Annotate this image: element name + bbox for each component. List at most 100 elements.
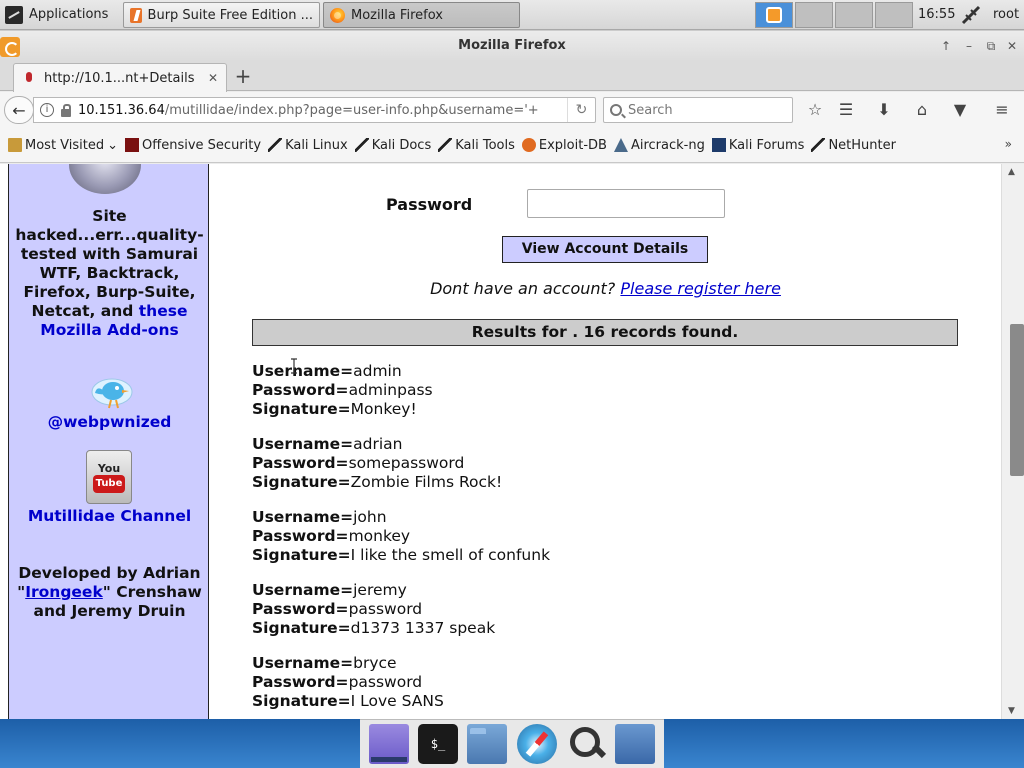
taskbar-burp-label: Burp Suite Free Edition ... (147, 7, 313, 23)
home-folder-icon[interactable] (467, 724, 508, 764)
bookmark-nethunter[interactable]: NetHunter (811, 138, 896, 153)
record-signature-line: Signature=I Love SANS (252, 692, 952, 711)
record-username-line: Username=adrian (252, 435, 952, 454)
window-shade-icon[interactable]: ↑ (938, 38, 954, 54)
mutillidae-channel-link[interactable]: Mutillidae Channel (9, 507, 210, 526)
record-password-line: Password=adminpass (252, 381, 952, 400)
bookmark-kali-forums[interactable]: Kali Forums (711, 138, 804, 153)
record-username-label: Username= (252, 508, 354, 526)
page-scrollbar[interactable]: ▲ ▼ (1001, 164, 1024, 719)
scroll-down-icon[interactable]: ▼ (1008, 706, 1015, 716)
register-prompt: Dont have an account? Please register he… (210, 279, 1001, 298)
window-title: Mozilla Firefox (458, 38, 566, 53)
record-password-label: Password= (252, 381, 349, 399)
record-password-value: monkey (348, 527, 411, 545)
workspace-4[interactable] (875, 2, 913, 28)
register-text: Dont have an account? (430, 279, 621, 298)
record-signature-value: I like the smell of confunk (350, 546, 551, 564)
window-titlebar[interactable]: Mozilla Firefox ↑ – ⧉ ✕ (0, 31, 1024, 61)
tab-close-icon[interactable]: ✕ (208, 71, 218, 85)
bookmark-star-icon[interactable]: ☆ (804, 100, 826, 120)
minimize-icon[interactable]: – (961, 38, 977, 54)
main-panel: Password View Account Details Dont have … (210, 164, 1001, 719)
top-panel: Applications Burp Suite Free Edition ...… (0, 0, 1024, 30)
app-finder-icon[interactable] (566, 724, 606, 764)
url-bar[interactable]: i 10.151.36.64/mutillidae/index.php?page… (33, 97, 596, 123)
record-signature-label: Signature= (252, 546, 351, 564)
record-signature-value: I Love SANS (350, 692, 444, 710)
workspace-2[interactable] (795, 2, 833, 28)
workspace-1[interactable] (755, 2, 793, 28)
taskbar-firefox[interactable]: Mozilla Firefox (323, 2, 520, 28)
record-password-label: Password= (252, 527, 349, 545)
kali-icon (438, 138, 453, 152)
record-password-label: Password= (252, 454, 349, 472)
reading-list-icon[interactable]: ☰ (835, 100, 857, 120)
insecure-lock-icon[interactable] (60, 103, 72, 117)
record-username-label: Username= (252, 362, 354, 380)
clock[interactable]: 16:55 (918, 0, 955, 30)
chevron-down-icon: ⌄ (107, 137, 119, 153)
record-signature-line: Signature=I like the smell of confunk (252, 546, 952, 565)
bookmark-label: Kali Linux (285, 137, 348, 153)
hamburger-menu-icon[interactable]: ≡ (991, 100, 1013, 120)
register-link[interactable]: Please register here (620, 279, 781, 298)
bookmarks-overflow-icon[interactable]: » (1005, 137, 1012, 151)
pocket-icon[interactable]: ▼ (949, 100, 971, 120)
bookmark-kali-linux[interactable]: Kali Linux (268, 138, 348, 153)
bookmark-kali-tools[interactable]: Kali Tools (438, 138, 515, 153)
record-username-line: Username=jeremy (252, 581, 952, 600)
twitter-link[interactable]: @webpwnized (9, 413, 210, 432)
applications-menu[interactable]: Applications (0, 0, 114, 30)
youtube-icon[interactable]: You Tube (86, 450, 132, 504)
kali-icon (268, 138, 283, 152)
new-tab-icon[interactable]: + (233, 65, 253, 87)
file-manager-icon[interactable] (615, 724, 656, 764)
page-margin (0, 164, 8, 719)
record-password-label: Password= (252, 673, 349, 691)
bookmark-label: Kali Tools (455, 137, 515, 153)
url-text[interactable]: 10.151.36.64/mutillidae/index.php?page=u… (78, 103, 561, 118)
bookmark-most-visited[interactable]: Most Visited ⌄ (8, 138, 118, 153)
network-icon[interactable] (960, 4, 982, 26)
home-icon[interactable]: ⌂ (911, 100, 933, 120)
page-info-icon[interactable]: i (40, 103, 54, 117)
back-button[interactable]: ← (4, 96, 34, 124)
web-browser-icon[interactable] (516, 724, 557, 764)
bookmark-kali-docs[interactable]: Kali Docs (354, 137, 432, 153)
show-desktop-icon[interactable] (368, 724, 409, 764)
aircrack-icon (613, 138, 628, 152)
hacked-text: Site hacked...err...quality-tested with … (11, 207, 208, 340)
workspace-3[interactable] (835, 2, 873, 28)
downloads-icon[interactable]: ⬇ (873, 100, 895, 120)
reload-icon[interactable]: ↻ (567, 98, 595, 122)
bookmark-label: Aircrack-ng (630, 137, 705, 153)
record-username-line: Username=john (252, 508, 952, 527)
bookmark-label: Kali Docs (371, 137, 432, 153)
youtube-tube-text: Tube (93, 475, 125, 493)
folder-icon (8, 138, 22, 152)
close-window-icon[interactable]: ✕ (1004, 38, 1020, 54)
user-menu[interactable]: root (993, 0, 1019, 30)
taskbar-burp-suite[interactable]: Burp Suite Free Edition ... (123, 2, 320, 28)
developer-credits: Developed by Adrian "Irongeek" Crenshaw … (9, 564, 210, 621)
terminal-icon[interactable]: $_ (417, 724, 458, 764)
tab-strip: http://10.1...nt+Details ✕ + (0, 61, 1024, 92)
irongeek-link[interactable]: Irongeek (25, 583, 103, 601)
twitter-bird-icon[interactable] (89, 375, 135, 411)
view-account-details-button[interactable]: View Account Details (502, 236, 708, 263)
scroll-up-icon[interactable]: ▲ (1008, 167, 1015, 177)
search-field[interactable]: Search (603, 97, 793, 123)
password-input[interactable] (527, 189, 725, 218)
record-password-value: password (348, 673, 423, 691)
browser-tab[interactable]: http://10.1...nt+Details ✕ (13, 63, 227, 92)
maximize-icon[interactable]: ⧉ (983, 38, 999, 54)
record-password-value: password (348, 600, 423, 618)
bookmark-aircrack-ng[interactable]: Aircrack-ng (613, 137, 705, 153)
record-signature-line: Signature=d1373 1337 speak (252, 619, 952, 638)
bookmark-exploit-db[interactable]: Exploit-DB (521, 138, 607, 153)
record-password-value: adminpass (348, 381, 433, 399)
scrollbar-thumb[interactable] (1010, 324, 1024, 476)
taskbar-firefox-label: Mozilla Firefox (351, 7, 443, 23)
bookmark-offensive-security[interactable]: Offensive Security (125, 138, 261, 153)
